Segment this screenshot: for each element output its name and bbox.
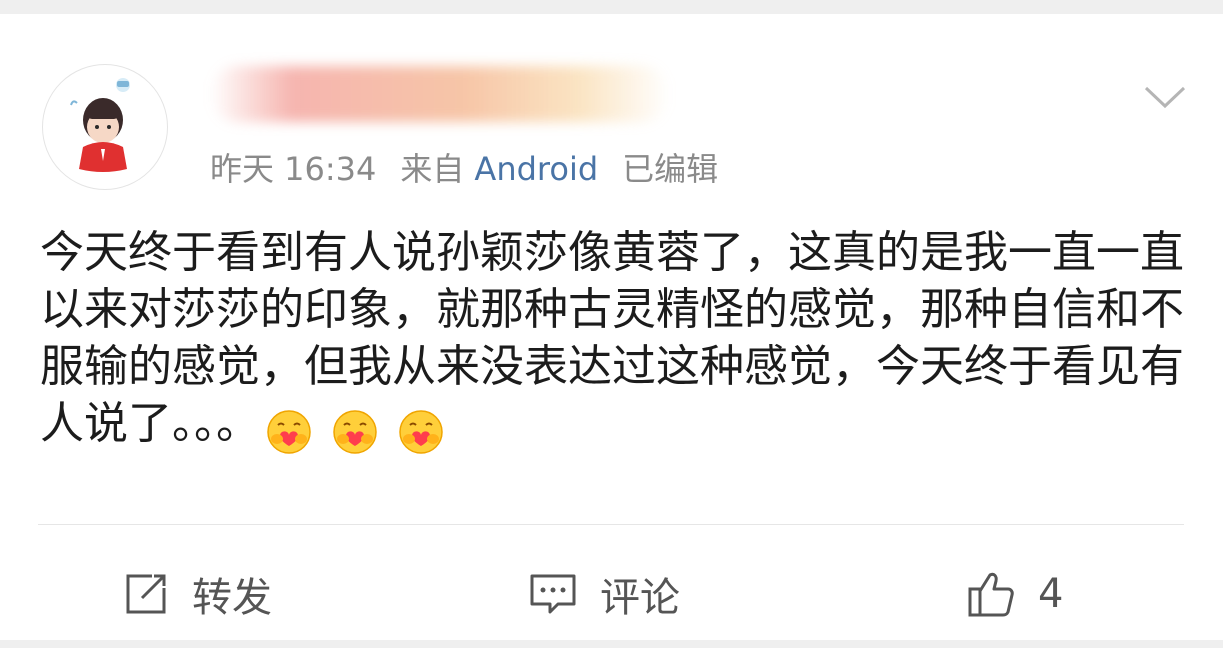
repost-icon bbox=[126, 574, 166, 614]
like-button[interactable]: 4 bbox=[966, 562, 1063, 626]
post-source-link[interactable]: Android bbox=[474, 150, 598, 188]
comment-button[interactable]: 评论 bbox=[528, 562, 680, 626]
edited-label[interactable]: 已编辑 bbox=[622, 150, 718, 188]
hug-heart-emoji bbox=[267, 410, 311, 454]
post-source-prefix: 来自 bbox=[400, 150, 465, 188]
repost-button[interactable]: 转发 bbox=[122, 562, 272, 626]
thumbs-up-icon bbox=[968, 572, 1014, 617]
comment-label: 评论 bbox=[600, 575, 680, 621]
action-divider bbox=[38, 524, 1184, 525]
hug-heart-emoji bbox=[399, 410, 443, 454]
post-body: 今天终于看到有人说孙颖莎像黄蓉了，这真的是我一直一直以来对莎莎的印象，就那种古灵… bbox=[40, 224, 1190, 458]
post-time: 昨天 16:34 bbox=[210, 150, 377, 188]
emoji-group bbox=[266, 401, 450, 458]
comment-icon bbox=[530, 574, 576, 614]
like-count: 4 bbox=[1038, 571, 1064, 617]
hug-heart-emoji bbox=[333, 410, 377, 454]
weibo-post-card: 昨天 16:34 来自 Android 已编辑 今天终于看到有人说孙颖莎像黄蓉了，这真… bbox=[0, 14, 1223, 640]
user-avatar[interactable] bbox=[42, 64, 168, 190]
post-meta: 昨天 16:34 来自 Android 已编辑 bbox=[210, 144, 742, 188]
avatar-cartoon-image bbox=[70, 78, 130, 172]
username-redacted[interactable] bbox=[210, 66, 670, 122]
post-text: 今天终于看到有人说孙颖莎像黄蓉了，这真的是我一直一直以来对莎莎的印象，就那种古灵… bbox=[40, 227, 1184, 449]
repost-label: 转发 bbox=[192, 575, 272, 621]
chevron-down-icon[interactable] bbox=[1142, 80, 1188, 112]
